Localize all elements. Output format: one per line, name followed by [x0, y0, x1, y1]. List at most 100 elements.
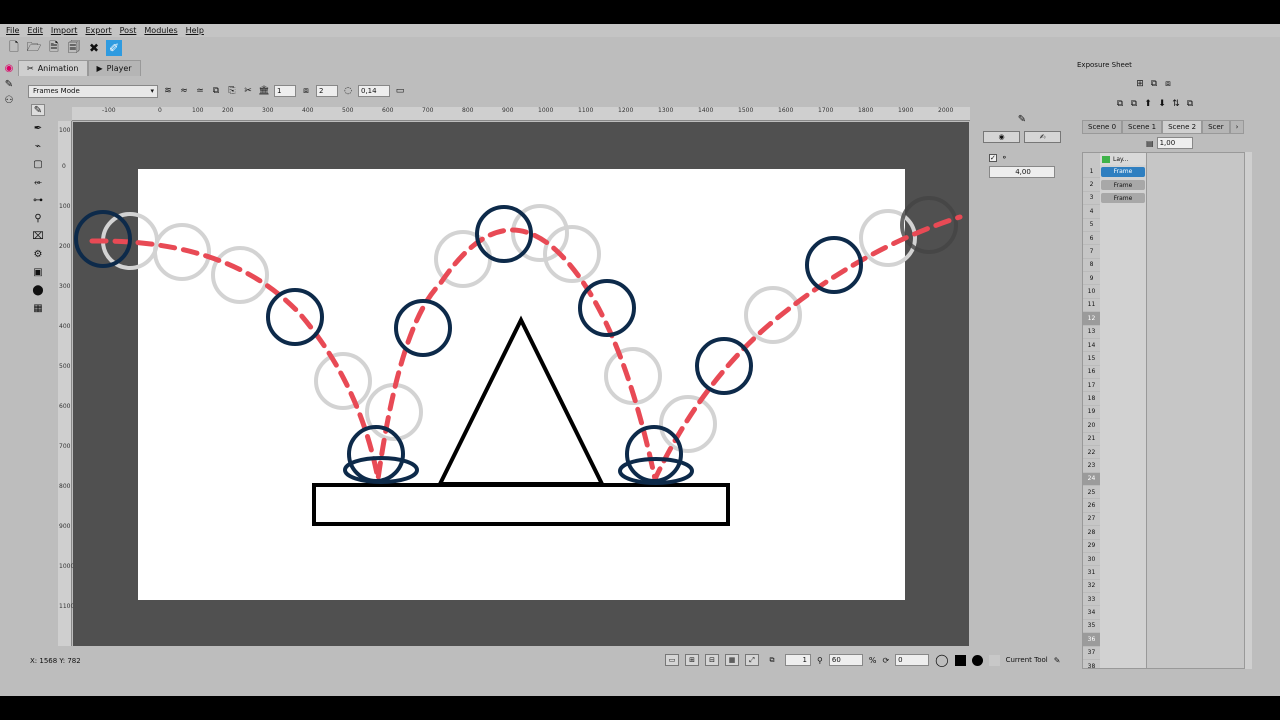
stroke-circle-icon[interactable]: ◯ — [935, 653, 948, 667]
zoom-icon: ⚲ — [817, 655, 823, 665]
frame-row-number[interactable]: 16 — [1083, 366, 1100, 379]
frame-row-number[interactable]: 33 — [1083, 593, 1100, 607]
tab-scene-0[interactable]: Scene 0 — [1082, 120, 1123, 134]
frame-row-number[interactable]: 14 — [1083, 339, 1100, 353]
paper — [138, 169, 905, 600]
layer-header[interactable]: Lay... — [1100, 153, 1146, 165]
frame-row-number[interactable]: 28 — [1083, 526, 1100, 540]
exposure-sheet-grid: 1 2 3 4 5 6 7 8 9 10 11 12 13 14 15 16 17 18 19 20 21 22 23 24 2… — [1082, 152, 1252, 669]
zoom-field[interactable]: 60 — [828, 654, 863, 666]
frame-row-number[interactable]: 12 — [1083, 312, 1100, 326]
canvas-bottom-toolbar: ▭ ⊞ ⊟ ▦ ⤢ ⧉ 1 ⚲ 60 % ⟳ 0 ◯ Current Tool … — [665, 653, 1060, 667]
arrow-up-icon[interactable]: ⬆ — [1142, 99, 1154, 109]
frame-cell[interactable]: Frame — [1100, 178, 1146, 191]
frame-cell[interactable]: Frame — [1100, 192, 1146, 205]
folder-layers-icon[interactable]: ⧉ — [1148, 79, 1160, 89]
frame-row-number[interactable]: 21 — [1083, 433, 1100, 446]
frame-row-number[interactable]: 18 — [1083, 392, 1100, 406]
frame-row-number[interactable]: 36 — [1083, 633, 1100, 647]
grid-icon[interactable]: ⊞ — [685, 654, 699, 666]
frame-pill-selected[interactable]: Frame — [1101, 166, 1145, 177]
frame-row-number[interactable]: 23 — [1083, 459, 1100, 473]
brush-size-field[interactable]: 4,00 — [989, 166, 1055, 178]
frame-row-number[interactable]: 2 — [1083, 178, 1100, 192]
frame-field[interactable]: 1 — [785, 654, 811, 666]
frame-row-number[interactable]: 1 — [1083, 165, 1100, 179]
grid-small-icon[interactable]: ⊟ — [705, 654, 719, 666]
shape-option-button[interactable]: ◉ — [983, 131, 1020, 143]
frame-row-number[interactable]: 27 — [1083, 513, 1100, 527]
opacity-layer-icon: ▤ — [1146, 138, 1154, 148]
frame-row-number[interactable]: 20 — [1083, 419, 1100, 433]
add-layer-icon[interactable]: ⊞ — [1134, 79, 1146, 89]
frame-row-number[interactable]: 8 — [1083, 259, 1100, 272]
frame-row-number[interactable]: 6 — [1083, 232, 1100, 246]
sheet-toolbar-top: ⊞ ⧉ ⧈ — [1134, 79, 1174, 89]
layer-opacity-value: 1,00 — [1159, 139, 1176, 147]
frame-row-number[interactable]: 35 — [1083, 620, 1100, 634]
onion-icon[interactable]: ⧉ — [765, 654, 779, 666]
frame-row-number[interactable]: 5 — [1083, 219, 1100, 232]
grid-dense-icon[interactable]: ▦ — [725, 654, 739, 666]
frame-row-number[interactable]: 13 — [1083, 326, 1100, 339]
frame-row-number[interactable]: 25 — [1083, 486, 1100, 500]
move-layer-icon[interactable]: ⧈ — [1162, 79, 1174, 89]
safe-area-icon[interactable]: ▭ — [665, 654, 679, 666]
arrow-down-icon[interactable]: ⬇ — [1156, 99, 1168, 109]
frame-row-number[interactable]: 19 — [1083, 406, 1100, 420]
tab-scene-1[interactable]: Scene 1 — [1122, 120, 1163, 134]
zoom-value: 60 — [831, 656, 841, 664]
frame-row-number[interactable]: 24 — [1083, 472, 1100, 486]
scene-tabs: Scene 0 Scene 1 Scene 2 Scer › — [1082, 120, 1245, 134]
frame-row-number[interactable]: 31 — [1083, 566, 1100, 580]
frame-cell[interactable]: Frame — [1100, 165, 1146, 178]
tab-scene-2[interactable]: Scene 2 — [1162, 120, 1203, 134]
copy-frames-icon[interactable]: ⧉ — [1184, 99, 1196, 109]
frame-row-number[interactable]: 4 — [1083, 205, 1100, 219]
frame-row-number[interactable]: 22 — [1083, 446, 1100, 460]
frame-row-number[interactable]: 7 — [1083, 245, 1100, 259]
layer-column[interactable]: Lay... Frame Frame Frame — [1100, 153, 1147, 668]
rotation-icon: ⟳ — [882, 655, 890, 665]
frames-alt-icon[interactable]: ⧉ — [1128, 99, 1140, 109]
bottom-black-bar — [0, 696, 1280, 720]
frame-row-number[interactable]: 30 — [1083, 553, 1100, 567]
brush-dot-icon[interactable] — [971, 654, 983, 666]
checkbox[interactable]: ✓ — [989, 153, 997, 162]
pencil-options-icon: ✎ — [1017, 114, 1027, 125]
app-window: File Edit Import Export Post Modules Hel… — [0, 24, 1280, 696]
layer-opacity-field[interactable]: 1,00 — [1156, 137, 1193, 149]
sheet-scrollbar[interactable] — [1244, 152, 1252, 669]
frame-row-number[interactable]: 29 — [1083, 540, 1100, 553]
frames-icon[interactable]: ⧉ — [1114, 99, 1126, 109]
opacity-row: ▤ 1,00 — [1146, 137, 1193, 149]
swap-icon[interactable]: ⇅ — [1170, 99, 1182, 109]
frame-row-number[interactable]: 10 — [1083, 285, 1100, 299]
layer-visible-icon[interactable] — [1102, 155, 1110, 163]
bg-square-icon[interactable] — [988, 654, 1000, 666]
zoom-percent: % — [868, 655, 877, 665]
frame-row-number[interactable]: 38 — [1083, 660, 1100, 668]
current-tool-label: Current Tool — [1005, 656, 1048, 664]
tab-scene-3[interactable]: Scer — [1202, 120, 1230, 134]
cursor-coordinates: X: 1568 Y: 782 — [30, 657, 81, 665]
frame-row-number[interactable]: 37 — [1083, 647, 1100, 660]
scene-scroll-right-icon[interactable]: › — [1229, 120, 1245, 134]
frame-pill[interactable]: Frame — [1101, 180, 1145, 191]
full-screen-icon[interactable]: ⤢ — [745, 654, 759, 666]
color-square-icon[interactable] — [954, 654, 966, 666]
row-header-spacer — [1083, 153, 1100, 165]
frame-row-number[interactable]: 9 — [1083, 272, 1100, 286]
frame-row-number[interactable]: 32 — [1083, 580, 1100, 593]
rotation-field[interactable]: 0 — [895, 654, 930, 666]
frame-row-number[interactable]: 17 — [1083, 379, 1100, 393]
frame-row-number[interactable]: 15 — [1083, 352, 1100, 366]
brush-option-button[interactable]: ✍ — [1024, 131, 1061, 143]
frame-row-number[interactable]: 11 — [1083, 299, 1100, 313]
frame-row-number[interactable]: 34 — [1083, 606, 1100, 620]
frame-row-number[interactable]: 26 — [1083, 499, 1100, 513]
tool-options-panel: ✎ ◉ ✍ ✓ ⚬ 4,00 — [983, 114, 1061, 178]
frame-pill[interactable]: Frame — [1101, 193, 1145, 204]
frame-row-number[interactable]: 3 — [1083, 192, 1100, 206]
rotation-value: 0 — [898, 656, 903, 664]
